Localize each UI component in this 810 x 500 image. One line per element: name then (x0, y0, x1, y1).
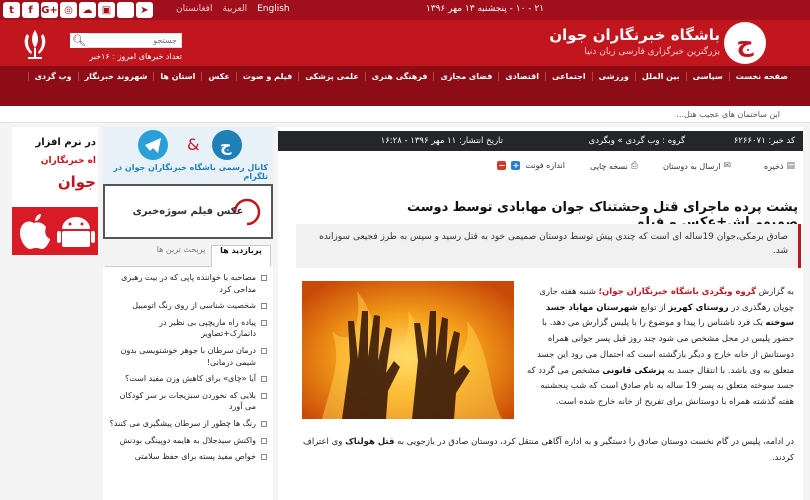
svg-text:ج: ج (220, 136, 232, 155)
current-date: ۲۱ - ۱۰ - پنجشنبه ۱۳ مهر ۱۳۹۶ (425, 4, 545, 14)
forensic-term: پزشکی قانونی (602, 365, 665, 376)
telegram-icon[interactable]: ➤ (136, 2, 153, 18)
nav-video[interactable]: فیلم و صوت (235, 71, 298, 81)
list-item[interactable]: رنگ ها چطور از سرطان پیشگیری می کنند؟ (103, 413, 273, 430)
list-item[interactable]: درمان سرطان با جوهر خوشنویسی بدون شیمی د… (103, 340, 273, 368)
ticker-headline[interactable]: این ساختمان های عجیب هتل... (676, 110, 780, 119)
twitter-icon[interactable]: t (3, 2, 20, 18)
print-icon: ⎙ (630, 161, 638, 171)
app-ad-line1: در نرم افزار (35, 137, 96, 148)
nav-cyberspace[interactable]: فضای مجازی (433, 71, 498, 81)
android-icon[interactable]: ▣ (98, 2, 115, 18)
article-body-paragraph-1: به گزارش گروه وبگردی باشگاه خبرنگاران جو… (526, 287, 794, 408)
bullet-icon (261, 376, 267, 383)
svg-text:&: & (187, 135, 199, 154)
nav-provinces[interactable]: استان ها (153, 71, 201, 81)
social-links: t f G+ ◎ ☁ ▣ ➤ (3, 2, 153, 18)
nav-sub-strip (0, 86, 810, 106)
app-ad-line2: اه خبرنگاران (40, 156, 96, 166)
app-ad-line3: جوان (57, 173, 96, 191)
list-item[interactable]: مصاحبه با خواننده پاپی که در بیت رهبری م… (103, 267, 273, 295)
source-link[interactable]: گروه وبگردی باشگاه خبرنگاران جوان؛ (599, 287, 756, 297)
save-button[interactable]: ▤ ذخیره (764, 161, 795, 171)
lang-arabic[interactable]: العربية (223, 4, 248, 14)
nav-science[interactable]: علمی پزشکی (298, 71, 365, 81)
bullet-icon (261, 319, 267, 326)
font-decrease-button[interactable]: − (497, 161, 507, 170)
app-ad[interactable]: در نرم افزار اه خبرنگاران جوان (12, 127, 98, 207)
telegram-icon (138, 130, 168, 160)
nav-sports[interactable]: ورزشی (591, 71, 635, 81)
bullet-icon (261, 347, 267, 354)
envelope-icon: ✉ (723, 161, 731, 171)
top-bar: t f G+ ◎ ☁ ▣ ➤ English العربية افغانستان… (0, 0, 810, 20)
site-header: ج باشگاه خبرنگاران جوان بزرگترین خبرگزار… (0, 20, 810, 66)
banner-label: عکس فیلم سوژه‌خبری (132, 206, 244, 217)
bullet-icon (261, 392, 267, 399)
tab-most-discussed[interactable]: پربحث ترین ها (151, 245, 211, 267)
apple-icon[interactable] (20, 214, 50, 249)
nav-social[interactable]: اجتماعی (544, 71, 592, 81)
android-icon[interactable] (57, 217, 95, 247)
apple-icon[interactable] (117, 2, 134, 18)
language-links: English العربية افغانستان (176, 4, 290, 14)
article: کد خبر: ۶۲۶۶۰۷۱ گروه : وب گردی » وبگردی … (278, 127, 803, 500)
nav-photo[interactable]: عکس (201, 71, 235, 81)
facebook-icon[interactable]: f (22, 2, 39, 18)
site-subtitle: بزرگترین خبرگزاری فارسی زبان دنیا (584, 47, 720, 57)
lang-afghanistan[interactable]: افغانستان (176, 4, 213, 14)
nav-politics[interactable]: سیاسی (685, 71, 729, 81)
print-button[interactable]: ⎙ نسخه چاپی (590, 161, 638, 171)
bullet-icon (261, 275, 267, 281)
send-to-friends-button[interactable]: ✉ ارسال به دوستان (663, 161, 731, 171)
site-logo-icon[interactable]: ج (724, 22, 766, 64)
google-plus-icon[interactable]: G+ (41, 2, 58, 18)
publish-date: تاریخ انتشار: ۱۱ مهر ۱۳۹۶ - ۱۶:۲۸ (380, 136, 503, 146)
list-item[interactable]: شخصیت شناسی از روی رنگ اتومبیل (103, 295, 273, 312)
news-group[interactable]: گروه : وب گردی » وبگردی (589, 136, 685, 146)
site-logo-icon: ج (212, 130, 242, 160)
instagram-icon[interactable]: ◎ (60, 2, 77, 18)
photo-video-banner[interactable]: عکس فیلم سوژه‌خبری (103, 184, 273, 239)
place-name: روستای کهریز (668, 302, 729, 313)
app-store-links[interactable] (12, 207, 98, 255)
nav-international[interactable]: بین الملل (634, 71, 686, 81)
site-title[interactable]: باشگاه خبرنگاران جوان (535, 26, 720, 44)
iran-emblem-icon (16, 25, 54, 63)
lang-english[interactable]: English (257, 4, 290, 14)
save-icon: ▤ (786, 161, 795, 171)
font-increase-button[interactable]: + (511, 161, 521, 170)
article-body-paragraph-2: در ادامه، پلیس در گام نخست دوستان صادق ر… (303, 437, 794, 463)
telegram-channel-label: کانال رسمی باشگاه خبرنگاران جوان در تلگر… (113, 163, 268, 181)
nav-economy[interactable]: اقتصادی (498, 71, 545, 81)
bullet-icon (261, 420, 267, 427)
hands-on-fire-image (302, 281, 514, 419)
tab-most-viewed[interactable]: پربازدید ها (211, 245, 271, 267)
main-nav: صفحه نخست سیاسی بین الملل ورزشی اجتماعی … (0, 66, 810, 86)
nav-web-browse[interactable]: وب گردی (27, 71, 78, 81)
list-item[interactable]: واکنش سیدجلال به هایمه دوپینگی بودنش (103, 430, 273, 447)
bullet-icon (261, 437, 267, 444)
article-tools: ▤ ذخیره ✉ ارسال به دوستان ⎙ نسخه چاپی انداز… (278, 159, 803, 175)
article-lead: صادق برمکی،جوان 19ساله ای است که چندی پی… (296, 224, 801, 268)
list-item[interactable]: آیا «چای» برای کاهش وزن مفید است؟ (103, 368, 273, 385)
today-news-count: تعداد خبرهای امروز : ۱۶خبر (89, 52, 182, 61)
list-item[interactable]: خواص مفید پسته برای حفظ سلامتی (103, 446, 273, 463)
search-icon[interactable]: 🔍︎ (70, 33, 88, 48)
news-code: کد خبر: ۶۲۶۶۰۷۱ (733, 136, 795, 146)
telegram-promo[interactable]: & ج کانال رسمی باشگاه خبرنگاران جوان در … (103, 127, 273, 184)
list-item[interactable]: پیاده راه ماریچپی بی نظیر در دانمارک+تصا… (103, 312, 273, 340)
news-ticker: این ساختمان های عجیب هتل... (0, 106, 810, 123)
bullet-icon (261, 454, 267, 461)
nav-culture[interactable]: فرهنگی هنری (364, 71, 434, 81)
nav-citizen-reporter[interactable]: شهروند خبرنگار (77, 71, 154, 81)
nav-home[interactable]: صفحه نخست (728, 71, 794, 81)
font-size-control: اندازه فونت + − (497, 161, 565, 170)
most-viewed-list: مصاحبه با خواننده پاپی که در بیت رهبری م… (103, 267, 273, 500)
bullet-icon (261, 303, 267, 310)
list-item[interactable]: بلایی که نخوردن سبزیجات بر سر کودکان می … (103, 385, 273, 413)
soundcloud-icon[interactable]: ☁ (79, 2, 96, 18)
sidebar-tabs: پربازدید ها پربحث ترین ها (105, 245, 271, 267)
article-meta-bar: کد خبر: ۶۲۶۶۰۷۱ گروه : وب گردی » وبگردی … (278, 131, 803, 151)
